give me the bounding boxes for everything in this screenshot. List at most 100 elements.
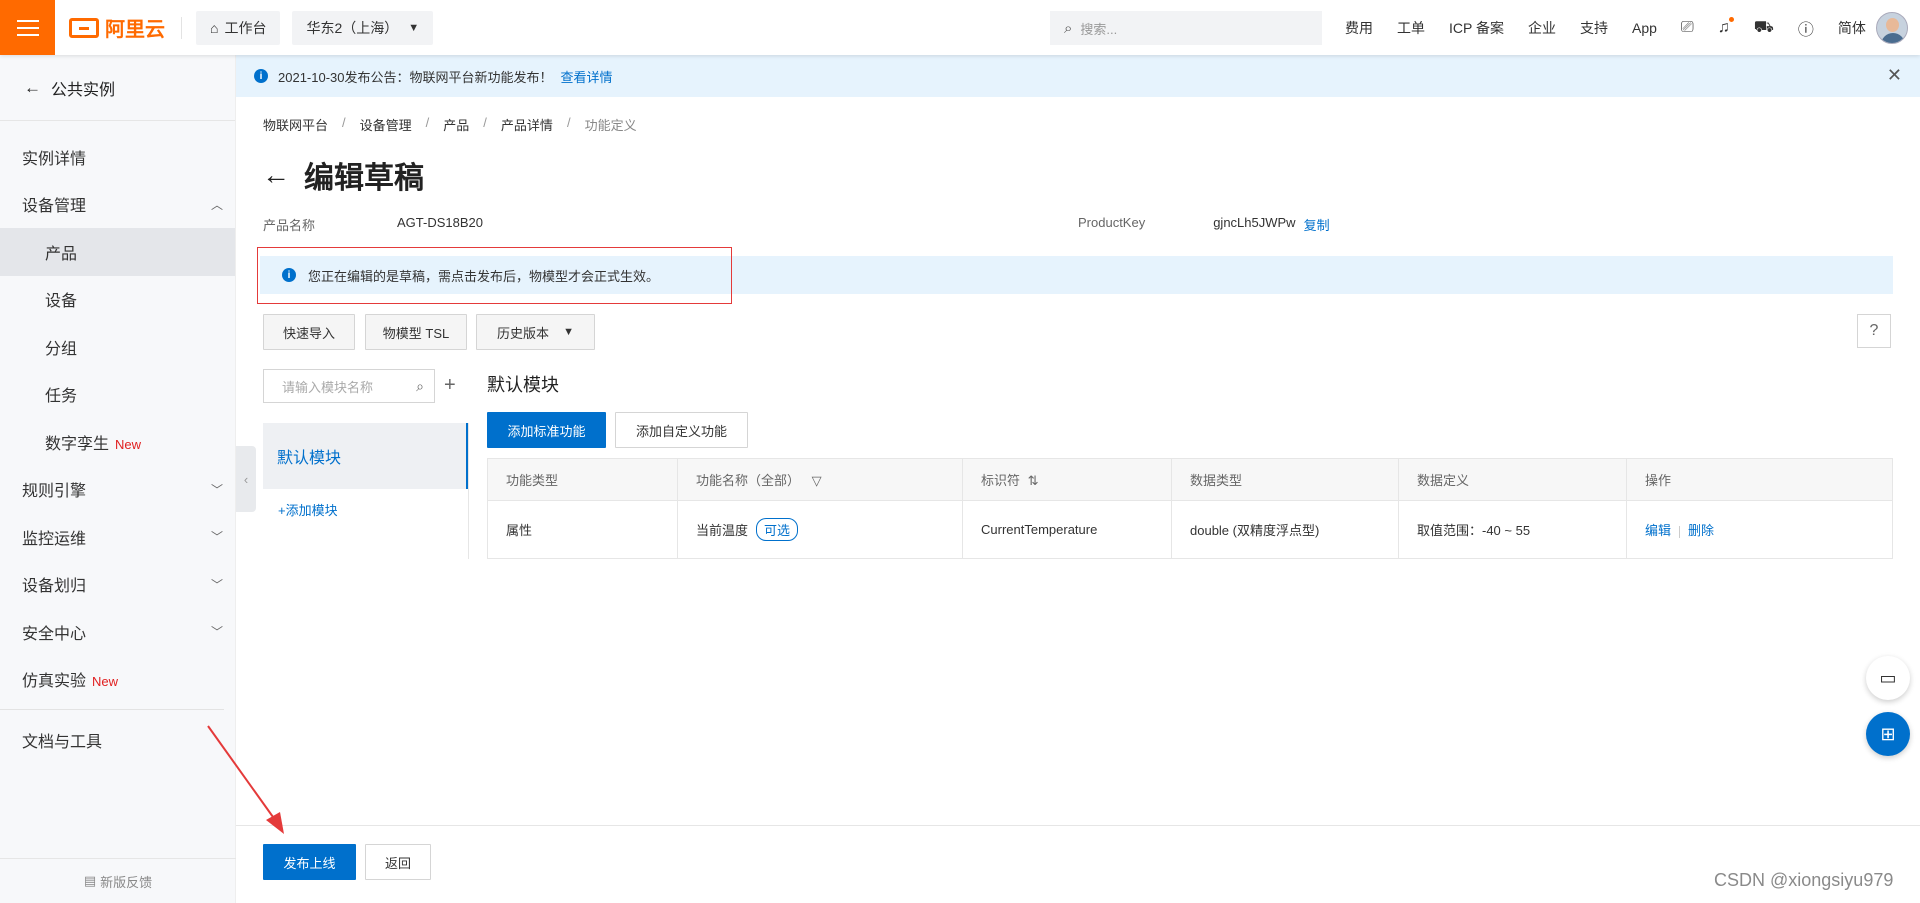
optional-tag: 可选 — [756, 518, 799, 541]
breadcrumb-item[interactable]: 产品 — [443, 115, 469, 134]
nav-link-fees[interactable]: 费用 — [1345, 18, 1373, 38]
sidebar-item-digital-twin[interactable]: 数字孪生 New — [0, 418, 235, 466]
add-module-plus-icon[interactable]: + — [444, 374, 456, 397]
breadcrumb-item[interactable]: 物联网平台 — [263, 115, 328, 134]
chevron-down-icon: ▼ — [563, 326, 574, 338]
quick-import-label: 快速导入 — [282, 325, 335, 341]
chevron-up-icon: ︿ — [210, 197, 223, 212]
product-name-field: 产品名称 AGT-DS18B20 — [263, 215, 483, 234]
aliyun-logo[interactable]: 阿里云 — [69, 13, 165, 42]
cart-icon[interactable]: ⛟ — [1754, 18, 1774, 38]
history-version-dropdown[interactable]: 历史版本 ▼ — [476, 314, 595, 350]
divider — [236, 825, 1920, 826]
function-table: 功能类型 功能名称（全部） ▽ 标识符 ⇅ 数据类型 数据定义 操作 属性 当前… — [487, 458, 1893, 559]
avatar[interactable] — [1876, 12, 1908, 44]
add-standard-function-button[interactable]: 添加标准功能 — [487, 412, 606, 448]
announcement-text: 2021-10-30发布公告：物联网平台新功能发布！ — [278, 69, 553, 85]
nav-link-tickets[interactable]: 工单 — [1397, 18, 1425, 38]
product-key-label: ProductKey — [1078, 215, 1146, 230]
product-key-value: gjncLh5JWPw — [1213, 215, 1296, 230]
chevron-left-icon: ‹ — [243, 471, 249, 487]
sidebar-item-monitoring[interactable]: 监控运维 ﹀ — [0, 513, 235, 561]
cell-name: 当前温度 可选 — [677, 500, 963, 559]
divider — [181, 16, 182, 39]
column-header-label: 标识符 — [981, 473, 1021, 488]
history-label: 历史版本 — [497, 325, 550, 341]
column-header: 标识符 ⇅ — [962, 458, 1172, 501]
edit-link[interactable]: 编辑 — [1645, 523, 1671, 538]
announcement-banner: i 2021-10-30发布公告：物联网平台新功能发布！ 查看详情 ✕ — [236, 55, 1920, 97]
search-input[interactable]: ⌕ 搜索... — [1050, 11, 1322, 45]
bell-icon[interactable]: ♫ — [1718, 16, 1734, 37]
divider — [1679, 525, 1681, 538]
sidebar-item-rule-engine[interactable]: 规则引擎 ﹀ — [0, 466, 235, 514]
publish-label: 发布上线 — [283, 855, 336, 871]
annotation-arrow-line — [207, 725, 279, 825]
column-header: 功能类型 — [487, 458, 678, 501]
language-switch[interactable]: 简体 — [1838, 18, 1866, 38]
sidebar-item-label: 实例详情 — [22, 150, 87, 168]
module-search-input[interactable]: 请输入模块名称 ⌕ — [263, 369, 435, 403]
help-circle-icon[interactable]: ⓘ — [1798, 16, 1814, 40]
column-header-label: 操作 — [1645, 473, 1672, 488]
sidebar-item-label: 仿真实验 — [22, 673, 87, 691]
sidebar-collapse-handle[interactable]: ‹ — [236, 446, 256, 512]
divider — [468, 423, 469, 559]
add-custom-function-button[interactable]: 添加自定义功能 — [615, 412, 748, 448]
sidebar-item-product[interactable]: 产品 — [0, 228, 235, 276]
sidebar-item-device-management[interactable]: 设备管理 ︿ — [0, 181, 235, 229]
module-search-placeholder: 请输入模块名称 — [282, 379, 374, 395]
top-links: 费用 工单 ICP 备案 企业 支持 App ⎚ ♫ ⛟ ⓘ 简体 — [1345, 0, 1890, 55]
breadcrumb: 物联网平台 / 设备管理 / 产品 / 产品详情 / 功能定义 — [263, 115, 637, 134]
sidebar-item-simulation[interactable]: 仿真实验 New — [0, 656, 235, 704]
feedback-label: 新版反馈 — [100, 874, 153, 890]
copy-link[interactable]: 复制 — [1304, 215, 1330, 234]
sidebar-item-device-transfer[interactable]: 设备划归 ﹀ — [0, 561, 235, 609]
sidebar-item-security[interactable]: 安全中心 ﹀ — [0, 608, 235, 656]
column-header-label: 功能名称（全部） — [696, 473, 801, 488]
publish-button[interactable]: 发布上线 — [263, 844, 356, 880]
arrow-left-icon[interactable]: ← — [262, 159, 290, 191]
back-button[interactable]: 返回 — [365, 844, 431, 880]
breadcrumb-item[interactable]: 设备管理 — [360, 115, 412, 134]
sidebar-item-group[interactable]: 分组 — [0, 323, 235, 371]
region-selector[interactable]: 华东2（上海） ▼ — [292, 10, 434, 45]
breadcrumb-item[interactable]: 产品详情 — [501, 115, 553, 134]
sidebar-item-label: 安全中心 — [22, 625, 87, 643]
close-icon[interactable]: ✕ — [1887, 65, 1902, 86]
hamburger-menu-button[interactable] — [0, 0, 55, 55]
workbench-button[interactable]: ⌂ 工作台 — [196, 10, 281, 45]
sidebar-item-device[interactable]: 设备 — [0, 276, 235, 324]
terminal-icon[interactable]: ⎚ — [1681, 19, 1694, 37]
nav-link-support[interactable]: 支持 — [1580, 18, 1608, 38]
delete-link[interactable]: 删除 — [1688, 523, 1714, 538]
filter-icon[interactable]: ▽ — [812, 473, 822, 488]
quick-import-button[interactable]: 快速导入 — [263, 314, 355, 350]
sidebar-item-instance-detail[interactable]: 实例详情 — [0, 133, 235, 181]
module-list-item[interactable]: 默认模块 — [263, 423, 468, 489]
column-header: 数据定义 — [1398, 458, 1627, 501]
feedback-button[interactable]: ▤ 新版反馈 — [0, 858, 236, 903]
function-name: 当前温度 — [696, 523, 749, 538]
tsl-button[interactable]: 物模型 TSL — [365, 314, 467, 350]
breadcrumb-current: 功能定义 — [584, 118, 637, 133]
help-button[interactable]: ? — [1857, 314, 1891, 348]
column-header: 功能名称（全部） ▽ — [677, 458, 963, 501]
sidebar-item-task[interactable]: 任务 — [0, 371, 235, 419]
apps-float-button[interactable]: ⊞ — [1866, 712, 1910, 756]
sort-icon[interactable]: ⇅ — [1028, 473, 1039, 488]
search-placeholder: 搜索... — [1080, 21, 1118, 37]
announcement-detail-link[interactable]: 查看详情 — [561, 67, 613, 86]
sidebar-item-label: 数字孪生 — [45, 435, 110, 453]
add-custom-label: 添加自定义功能 — [635, 423, 727, 439]
column-header-label: 功能类型 — [506, 473, 559, 488]
annotation-arrow — [207, 725, 284, 834]
nav-link-app[interactable]: App — [1632, 20, 1657, 36]
back-to-instances[interactable]: ← 公共实例 — [0, 55, 235, 121]
nav-link-enterprise[interactable]: 企业 — [1528, 18, 1556, 38]
add-module-link[interactable]: +添加模块 — [278, 500, 338, 519]
back-label: 公共实例 — [51, 81, 116, 99]
nav-link-icp[interactable]: ICP 备案 — [1449, 18, 1504, 38]
chat-float-button[interactable]: ▭ — [1866, 656, 1910, 700]
back-label: 返回 — [384, 855, 411, 871]
